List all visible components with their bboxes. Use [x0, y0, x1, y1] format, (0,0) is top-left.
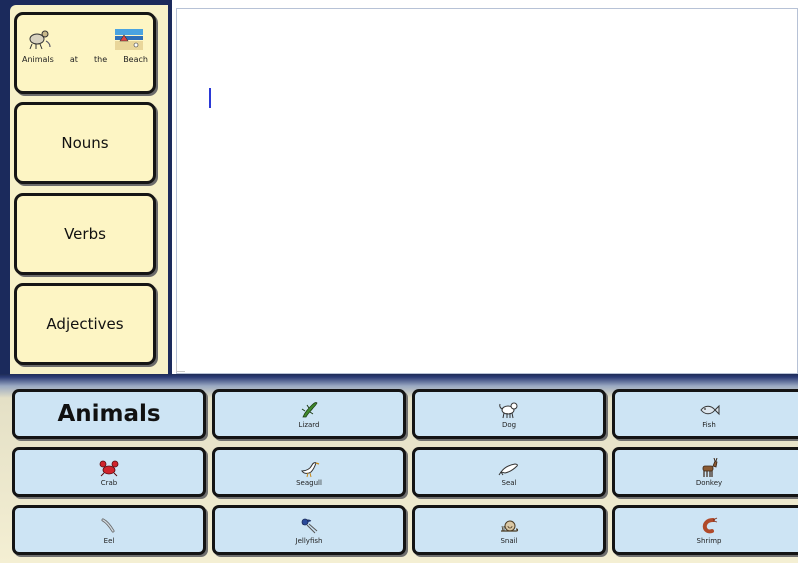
- symbol-button-jellyfish[interactable]: Jellyfish: [212, 505, 406, 555]
- symbol-button-seal[interactable]: Seal: [412, 447, 606, 497]
- symbol-label: Seagull: [296, 478, 322, 487]
- symbol-label: Snail: [500, 536, 518, 545]
- symbol-grid: Animals Lizard Dog Fish Crab Seagull Sea…: [0, 374, 798, 563]
- symbol-label: Crab: [100, 478, 118, 487]
- symbol-button-crab[interactable]: Crab: [12, 447, 206, 497]
- caption-word: the: [94, 55, 108, 64]
- seagull-icon: [301, 461, 320, 477]
- category-button-nouns[interactable]: Nouns: [14, 102, 156, 184]
- dog-icon: [499, 402, 518, 418]
- category-button-verbs[interactable]: Verbs: [14, 193, 156, 275]
- symbol-label: Seal: [501, 478, 517, 487]
- symbol-label: Fish: [702, 420, 716, 429]
- category-title-button[interactable]: Animals: [12, 389, 206, 439]
- caption-word: Beach: [123, 55, 148, 64]
- category-button-label: Nouns: [61, 134, 109, 152]
- message-text-area[interactable]: [176, 8, 798, 374]
- symbol-button-fish[interactable]: Fish: [612, 389, 798, 439]
- symbol-label: Shrimp: [696, 536, 722, 545]
- caption-word: Animals: [22, 55, 54, 64]
- symbol-label: Donkey: [695, 478, 723, 487]
- snail-icon: [501, 520, 519, 532]
- symbol-button-shrimp[interactable]: Shrimp: [612, 505, 798, 555]
- text-cursor: [209, 88, 211, 108]
- donkey-icon: [702, 457, 718, 477]
- beach-symbols: [26, 27, 144, 51]
- symbol-button-dog[interactable]: Dog: [412, 389, 606, 439]
- symbol-button-seagull[interactable]: Seagull: [212, 447, 406, 497]
- lizard-icon: [301, 401, 318, 417]
- category-button-animals-at-the-beach[interactable]: Animals at the Beach: [14, 12, 156, 94]
- category-button-adjectives[interactable]: Adjectives: [14, 283, 156, 365]
- symbol-button-eel[interactable]: Eel: [12, 505, 206, 555]
- symbol-label: Jellyfish: [295, 536, 323, 545]
- animals-icon: [29, 30, 51, 50]
- fish-icon: [700, 404, 720, 415]
- symbol-button-donkey[interactable]: Donkey: [612, 447, 798, 497]
- eel-icon: [101, 518, 115, 532]
- beach-caption: Animals at the Beach: [22, 55, 148, 64]
- category-button-label: Verbs: [64, 225, 106, 243]
- app-window: Animals at the Beach Nouns Verbs Adjecti…: [0, 0, 798, 563]
- beach-icon: [115, 29, 143, 50]
- seal-icon: [498, 462, 518, 475]
- symbol-button-snail[interactable]: Snail: [412, 505, 606, 555]
- caption-word: at: [69, 55, 78, 64]
- category-button-label: Adjectives: [46, 315, 124, 333]
- symbol-label: Eel: [103, 536, 115, 545]
- symbol-label: Lizard: [298, 420, 320, 429]
- category-title: Animals: [57, 401, 161, 427]
- shrimp-icon: [702, 517, 718, 533]
- symbol-label: Dog: [501, 420, 517, 429]
- crab-icon: [99, 460, 119, 476]
- symbol-button-lizard[interactable]: Lizard: [212, 389, 406, 439]
- jellyfish-icon: [301, 518, 318, 533]
- resize-grip[interactable]: [176, 363, 185, 372]
